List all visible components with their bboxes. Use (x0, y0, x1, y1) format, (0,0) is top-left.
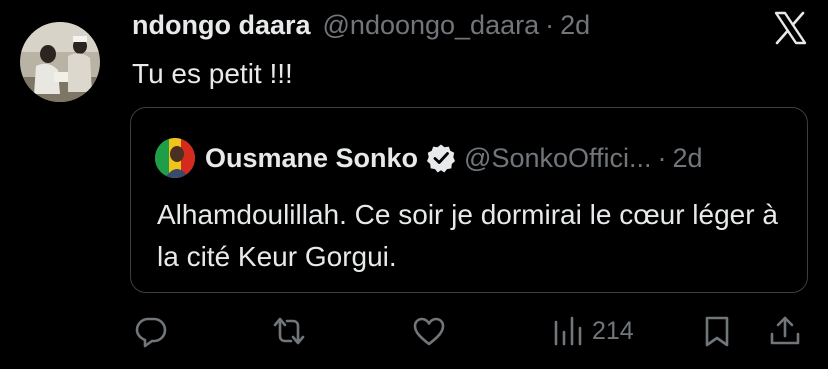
quoted-tweet-text: Alhamdoulillah. Ce soir je dormirai le c… (157, 199, 778, 272)
verified-badge-icon (427, 144, 456, 173)
views-icon (554, 316, 582, 346)
retweet-icon (273, 317, 305, 345)
reply-button[interactable] (134, 314, 168, 348)
tweet-action-bar: 214 (0, 310, 828, 356)
quoted-tweet-card[interactable]: Ousmane Sonko @SonkoOffici... · 2d Alham… (130, 107, 808, 293)
tweet-timestamp[interactable]: 2d (560, 10, 590, 41)
x-logo-icon[interactable] (772, 10, 808, 46)
quoted-separator-dot: · (657, 142, 667, 173)
author-avatar[interactable] (20, 22, 100, 102)
tweet-header: ndongo daara @ndoongo_daara · 2d (132, 10, 590, 41)
views-count: 214 (592, 316, 634, 345)
separator-dot: · (545, 10, 555, 40)
share-button[interactable] (768, 314, 802, 348)
views-button[interactable]: 214 (552, 314, 634, 348)
author-handle[interactable]: @ndoongo_daara (323, 10, 540, 41)
retweet-button[interactable] (272, 314, 306, 348)
quoted-author-avatar (155, 138, 195, 178)
tweet-text: Tu es petit !!! (132, 58, 293, 89)
quoted-tweet-timestamp[interactable]: 2d (673, 143, 703, 174)
heart-icon (413, 317, 445, 346)
like-button[interactable] (412, 314, 446, 348)
bookmark-icon (705, 316, 729, 347)
quoted-tweet-header: Ousmane Sonko @SonkoOffici... · 2d (155, 138, 703, 178)
quoted-author-handle[interactable]: @SonkoOffici... (464, 143, 651, 174)
share-icon (770, 316, 800, 345)
reply-icon (135, 317, 167, 348)
quoted-author-display-name[interactable]: Ousmane Sonko (205, 143, 418, 174)
bookmark-button[interactable] (700, 314, 734, 348)
author-display-name[interactable]: ndongo daara (132, 10, 311, 41)
